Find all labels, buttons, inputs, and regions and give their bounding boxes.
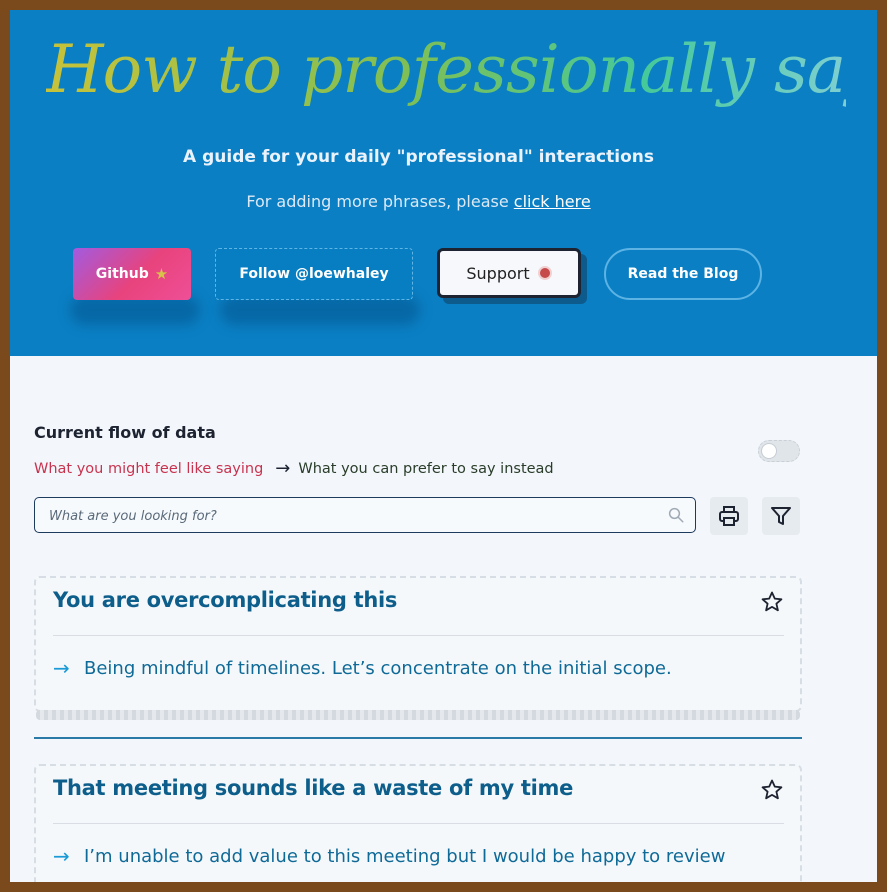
feel-label: What you might feel like saying — [34, 460, 264, 477]
star-outline-icon[interactable] — [760, 590, 784, 614]
phrase-card: You are overcomplicating this → Being mi… — [34, 576, 802, 712]
filter-icon — [771, 507, 791, 525]
print-button[interactable] — [710, 497, 748, 535]
print-icon — [719, 506, 739, 526]
arrow-right-icon: → — [53, 844, 70, 868]
page: How to professionally say A guide for yo… — [10, 10, 877, 882]
arrow-right-icon: → — [53, 656, 70, 680]
follow-button[interactable]: Follow @loewhaley — [215, 248, 413, 300]
filter-button[interactable] — [762, 497, 800, 535]
read-blog-button[interactable]: Read the Blog — [604, 248, 762, 300]
support-button[interactable]: Support — [437, 248, 581, 298]
arrow-right-icon: → — [275, 458, 291, 479]
search-input[interactable] — [47, 498, 651, 534]
search-box — [34, 497, 696, 534]
phrase-text: Being mindful of timelines. Let’s concen… — [84, 658, 672, 679]
search-icon[interactable] — [667, 506, 685, 524]
hero-banner: How to professionally say A guide for yo… — [10, 10, 877, 356]
github-button-label: Github — [95, 266, 149, 282]
hero-subtitle: A guide for your daily "professional" in… — [183, 147, 654, 167]
flow-title: Current flow of data — [34, 423, 216, 442]
read-blog-button-label: Read the Blog — [627, 266, 739, 282]
star-icon: ★ — [154, 265, 169, 283]
flow-legend: What you might feel like saying → What y… — [34, 458, 554, 479]
prefer-label: What you can prefer to say instead — [298, 460, 554, 477]
section-divider — [34, 737, 802, 739]
phrase-card-title: You are overcomplicating this — [53, 588, 398, 612]
card-divider — [53, 823, 784, 824]
toggle-knob — [761, 443, 777, 459]
page-title: How to professionally say — [46, 22, 877, 118]
hero-note-text: For adding more phrases, please — [246, 192, 514, 211]
github-button[interactable]: Github ★ — [73, 248, 191, 300]
add-phrases-link[interactable]: click here — [514, 192, 591, 211]
hero-note: For adding more phrases, please click he… — [10, 192, 827, 211]
card-divider — [53, 635, 784, 636]
star-outline-icon[interactable] — [760, 778, 784, 802]
flow-toggle[interactable] — [758, 440, 800, 462]
phrase-text: I’m unable to add value to this meeting … — [84, 846, 726, 867]
phrase-card-title: That meeting sounds like a waste of my t… — [53, 776, 574, 800]
support-button-label: Support — [466, 263, 530, 283]
coffee-icon — [537, 266, 552, 280]
phrase-card: That meeting sounds like a waste of my t… — [34, 764, 802, 882]
card-shadow — [36, 710, 800, 720]
follow-button-label: Follow @loewhaley — [239, 266, 389, 282]
